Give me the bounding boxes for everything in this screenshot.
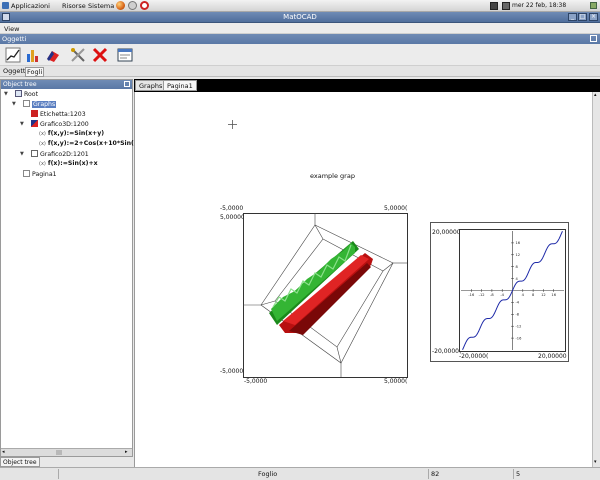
firefox-icon[interactable] xyxy=(116,1,125,10)
tree-item-pagina1[interactable]: Pagina1 xyxy=(23,170,57,178)
scroll-down-icon[interactable]: ▾ xyxy=(594,459,597,465)
status-value-2: 5 xyxy=(516,470,521,478)
volume-icon[interactable] xyxy=(502,2,510,10)
plot2d-x-tick-label: 12 xyxy=(541,293,546,297)
3d-chart-icon[interactable] xyxy=(45,47,61,63)
system-menu[interactable]: Sistema xyxy=(88,2,114,10)
plot2d-y-bottom-label: -20,0000( xyxy=(432,348,462,355)
window-titlebar[interactable]: MatOCAD _ □ × xyxy=(0,12,600,23)
close-icon[interactable]: × xyxy=(589,13,598,21)
scroll-thumb[interactable] xyxy=(56,450,62,455)
tree-item-grafico3d[interactable]: Grafico3D:1200 xyxy=(31,120,89,128)
dock-close-icon[interactable] xyxy=(590,35,597,42)
gnome-foot-icon xyxy=(2,2,9,9)
tab-fogli[interactable]: Fogli xyxy=(25,67,45,77)
worksheet-vertical-scrollbar[interactable]: ▴ ▾ xyxy=(592,92,600,467)
status-foglio: Foglio xyxy=(258,470,278,478)
plot2d-x-tick-label: 16 xyxy=(551,293,556,297)
status-value-1: 82 xyxy=(431,470,440,478)
2d-graph-icon xyxy=(31,150,38,157)
object-tree-title: Object tree xyxy=(3,81,37,88)
bar-chart-icon[interactable] xyxy=(25,47,41,63)
menubar: View xyxy=(0,23,600,34)
page-icon xyxy=(23,170,30,177)
plot3d-left-top-label: 5,00000 xyxy=(220,214,245,221)
tree-horizontal-scrollbar[interactable]: ◂ ▸ xyxy=(1,448,132,456)
plot3d-top-left-label: -5,0000 xyxy=(220,205,244,212)
tree-item-function-1[interactable]: (x) f(x,y):=Sin(x+y) xyxy=(39,130,104,138)
tree-item-grafico2d[interactable]: Grafico2D:1201 xyxy=(31,150,89,158)
window-title: MatOCAD xyxy=(283,13,317,21)
tab-object-tree[interactable]: Object tree xyxy=(0,457,40,467)
oggetti-dock-title: Oggetti xyxy=(2,35,27,43)
plot2d-y-tick-label: -16 xyxy=(516,336,523,340)
plot2d-y-tick-label: -12 xyxy=(516,325,522,329)
plot2d-x-tick-label: -12 xyxy=(479,293,485,297)
label-icon xyxy=(31,110,38,117)
function-icon: (x) xyxy=(39,131,46,137)
network-icon[interactable] xyxy=(490,2,498,10)
expand-icon[interactable]: ▼ xyxy=(20,151,24,157)
object-tabs: Oggetti Fogli xyxy=(0,66,600,77)
scroll-left-icon[interactable]: ◂ xyxy=(2,449,8,456)
view-menu[interactable]: View xyxy=(4,25,19,33)
plot2d-y-tick-label: 12 xyxy=(516,253,521,257)
tree-item-graphs[interactable]: Graphs xyxy=(23,100,57,108)
tree-item-function-3[interactable]: (x) f(x):=Sin(x)+x xyxy=(39,160,98,168)
maximize-icon[interactable]: □ xyxy=(578,13,587,21)
tab-graphs[interactable]: Graphs xyxy=(135,80,167,91)
expand-icon[interactable]: ▼ xyxy=(20,121,24,127)
help-icon[interactable] xyxy=(140,1,149,10)
workspace-icon[interactable] xyxy=(590,2,597,9)
scroll-up-icon[interactable]: ▴ xyxy=(594,92,597,98)
plot2d-x-tick-label: -16 xyxy=(468,293,475,297)
document-tabs: Graphs Pagina1 xyxy=(134,79,600,92)
top-panel: Applicazioni Risorse Sistema mer 22 feb,… xyxy=(0,0,600,12)
tab-pagina1[interactable]: Pagina1 xyxy=(163,80,197,91)
disk-icon[interactable] xyxy=(128,1,137,10)
crosshair-cursor-icon xyxy=(228,120,237,129)
tree-item-root[interactable]: Root xyxy=(15,90,38,98)
page-icon xyxy=(23,100,30,107)
applications-menu[interactable]: Applicazioni xyxy=(2,2,50,10)
scroll-right-icon[interactable]: ▸ xyxy=(125,449,131,456)
root-icon xyxy=(15,90,22,97)
function-icon: (x) xyxy=(39,161,46,167)
plot2d-y-tick-label: 16 xyxy=(516,241,521,245)
plot3d-bottom-left-label: -5,0000 xyxy=(244,378,268,385)
tree-item-function-2[interactable]: (x) f(x,y):=2+Cos(x+10*Sin(y)) xyxy=(39,140,144,148)
plot2d-x-left-label: -20,0000( xyxy=(459,353,489,360)
oggetti-dock-header: Oggetti xyxy=(0,34,600,44)
plot2d-y-top-label: 20,00000 xyxy=(432,229,461,236)
plot2d-graph[interactable]: -16 -12 -8 -4 4 8 12 16161284-4-8-12-16 xyxy=(459,229,566,352)
places-menu[interactable]: Risorse xyxy=(62,2,86,10)
status-bar: Foglio 82 5 xyxy=(0,467,600,480)
clock[interactable]: mer 22 feb, 18:38 xyxy=(512,2,566,9)
object-tree-header: Object tree xyxy=(1,80,132,89)
window-icon[interactable] xyxy=(117,47,133,63)
toolbar xyxy=(0,44,600,66)
tools-icon[interactable] xyxy=(70,47,86,63)
function-icon: (x) xyxy=(39,141,46,147)
object-tree-panel: Object tree ▼ Root ▼ Graphs Etichetta:12… xyxy=(0,79,144,457)
3d-graph-icon xyxy=(31,120,38,127)
plot3d-left-bottom-label: -5,0000 xyxy=(220,368,244,375)
tree-item-etichetta[interactable]: Etichetta:1203 xyxy=(31,110,86,118)
delete-icon[interactable] xyxy=(92,47,108,63)
panel-close-icon[interactable] xyxy=(124,81,130,87)
plot3d-bottom-right-label: 5,0000( xyxy=(384,378,408,385)
minimize-icon[interactable]: _ xyxy=(568,13,577,21)
line-chart-icon[interactable] xyxy=(5,47,21,63)
expand-icon[interactable]: ▼ xyxy=(4,91,8,97)
plot3d-graph[interactable] xyxy=(243,213,408,378)
expand-icon[interactable]: ▼ xyxy=(12,101,16,107)
plot3d-top-right-label: 5,0000( xyxy=(384,205,408,212)
plot2d-x-right-label: 20,00000 xyxy=(538,353,567,360)
canvas-label[interactable]: example grap xyxy=(310,172,355,180)
